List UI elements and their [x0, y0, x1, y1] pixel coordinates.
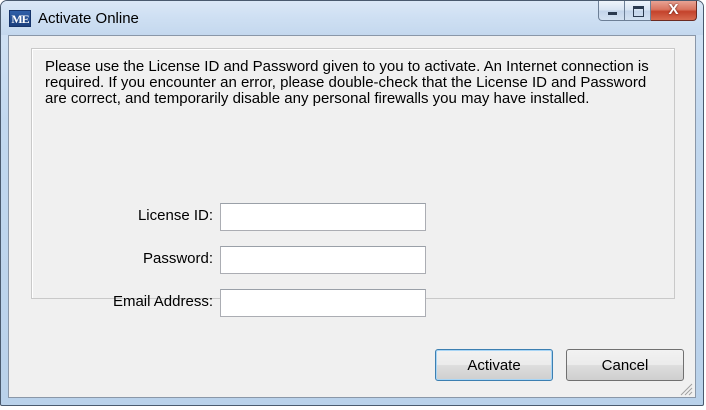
window-title: Activate Online [38, 10, 139, 27]
email-address-input[interactable] [220, 289, 426, 317]
app-icon: ME [9, 10, 31, 27]
close-button[interactable]: X [651, 1, 697, 21]
caption-buttons: X [598, 1, 697, 22]
minimize-icon [608, 12, 617, 15]
email-address-label: Email Address: [112, 293, 213, 310]
maximize-button[interactable] [625, 1, 651, 21]
cancel-button[interactable]: Cancel [566, 349, 684, 381]
instructions-text: Please use the License ID and Password g… [45, 58, 649, 107]
maximize-icon [633, 6, 644, 17]
close-icon: X [668, 1, 679, 18]
license-id-label: License ID: [137, 207, 213, 224]
resize-grip-icon[interactable] [679, 382, 693, 396]
activate-button[interactable]: Activate [435, 349, 553, 381]
activate-online-dialog: ME Activate Online X Please use the Lice… [0, 0, 704, 406]
password-input[interactable] [220, 246, 426, 274]
password-label: Password: [142, 250, 213, 267]
license-id-input[interactable] [220, 203, 426, 231]
title-bar[interactable]: ME Activate Online X [1, 1, 703, 35]
minimize-button[interactable] [598, 1, 625, 21]
